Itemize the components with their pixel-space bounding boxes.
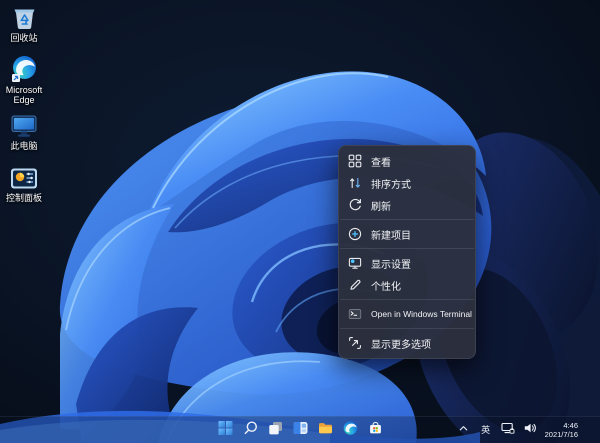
recycle-bin-icon [11,3,38,31]
taskbar-center-buttons [213,417,388,443]
desktop-screen: 回收站 Microsoft [0,0,600,443]
menu-separator [340,328,474,329]
menu-item-view[interactable]: 查看 [339,150,475,172]
desktop-icon-label: 控制面板 [6,193,42,203]
desktop-icon-microsoft-edge[interactable]: Microsoft Edge [0,52,48,105]
hidden-icons-button[interactable] [455,419,473,441]
start-button[interactable] [213,418,238,442]
microsoft-store-icon [367,420,383,441]
network-ethernet-icon [501,421,515,440]
control-panel-icon [10,163,38,191]
show-more-options-icon [348,336,362,350]
menu-item-label: 查看 [371,154,391,169]
volume-button[interactable] [521,419,539,441]
menu-separator [340,219,474,220]
desktop-icon-label: 此电脑 [10,141,37,151]
taskbar-system-tray: 英 [455,417,600,443]
task-view-icon [267,420,283,441]
edge-icon [11,55,38,83]
file-explorer-button[interactable] [313,418,338,442]
edge-icon [342,420,358,441]
windows-terminal-icon [348,307,362,321]
desktop-icon-control-panel[interactable]: 控制面板 [0,160,48,209]
desktop-icon-this-pc[interactable]: 此电脑 [0,108,48,157]
menu-item-sort-by[interactable]: 排序方式 [339,172,475,194]
menu-item-new-item[interactable]: 新建项目 [339,223,475,245]
taskbar-clock[interactable]: 4:46 2021/7/16 [543,421,580,439]
ime-language-label: 英 [481,426,490,435]
refresh-icon [348,198,362,212]
bloom-wallpaper-art [0,0,600,443]
widgets-button[interactable] [288,418,313,442]
ime-indicator[interactable]: 英 [477,419,495,441]
microsoft-store-button[interactable] [363,418,388,442]
personalize-icon [348,278,362,292]
menu-item-show-more-options[interactable]: 显示更多选项 [339,332,475,354]
menu-item-label: Open in Windows Terminal [371,309,472,319]
menu-item-label: 刷新 [371,198,391,213]
menu-item-label: 显示设置 [371,256,411,271]
menu-item-display-settings[interactable]: 显示设置 [339,252,475,274]
desktop-icon-list: 回收站 Microsoft [0,0,48,212]
menu-separator [340,299,474,300]
menu-item-label: 显示更多选项 [371,336,431,351]
menu-item-label: 个性化 [371,278,401,293]
menu-item-label: 新建项目 [371,227,411,242]
clock-time: 4:46 [563,421,578,430]
desktop-context-menu: 查看 排序方式 刷新 [338,145,476,359]
menu-item-label: 排序方式 [371,176,411,191]
search-icon [242,420,258,441]
desktop-background[interactable] [0,0,600,443]
menu-item-refresh[interactable]: 刷新 [339,194,475,216]
desktop-icon-label: Microsoft Edge [1,85,47,105]
volume-icon [523,421,537,440]
view-grid-icon [348,154,362,168]
desktop-icon-label: 回收站 [10,33,37,43]
this-pc-icon [10,111,38,139]
taskbar: 英 [0,416,600,443]
search-button[interactable] [238,418,263,442]
desktop-icon-recycle-bin[interactable]: 回收站 [0,0,48,49]
network-button[interactable] [499,419,517,441]
edge-taskbar-button[interactable] [338,418,363,442]
clock-date: 2021/7/16 [545,430,578,439]
menu-item-open-windows-terminal[interactable]: Open in Windows Terminal [339,303,475,325]
file-explorer-icon [317,420,333,441]
widgets-icon [292,420,308,441]
sort-icon [348,176,362,190]
windows-logo-icon [217,420,233,441]
display-settings-icon [348,256,362,270]
task-view-button[interactable] [263,418,288,442]
menu-item-personalize[interactable]: 个性化 [339,274,475,296]
chevron-up-icon [458,421,469,439]
menu-separator [340,248,474,249]
new-item-icon [348,227,362,241]
